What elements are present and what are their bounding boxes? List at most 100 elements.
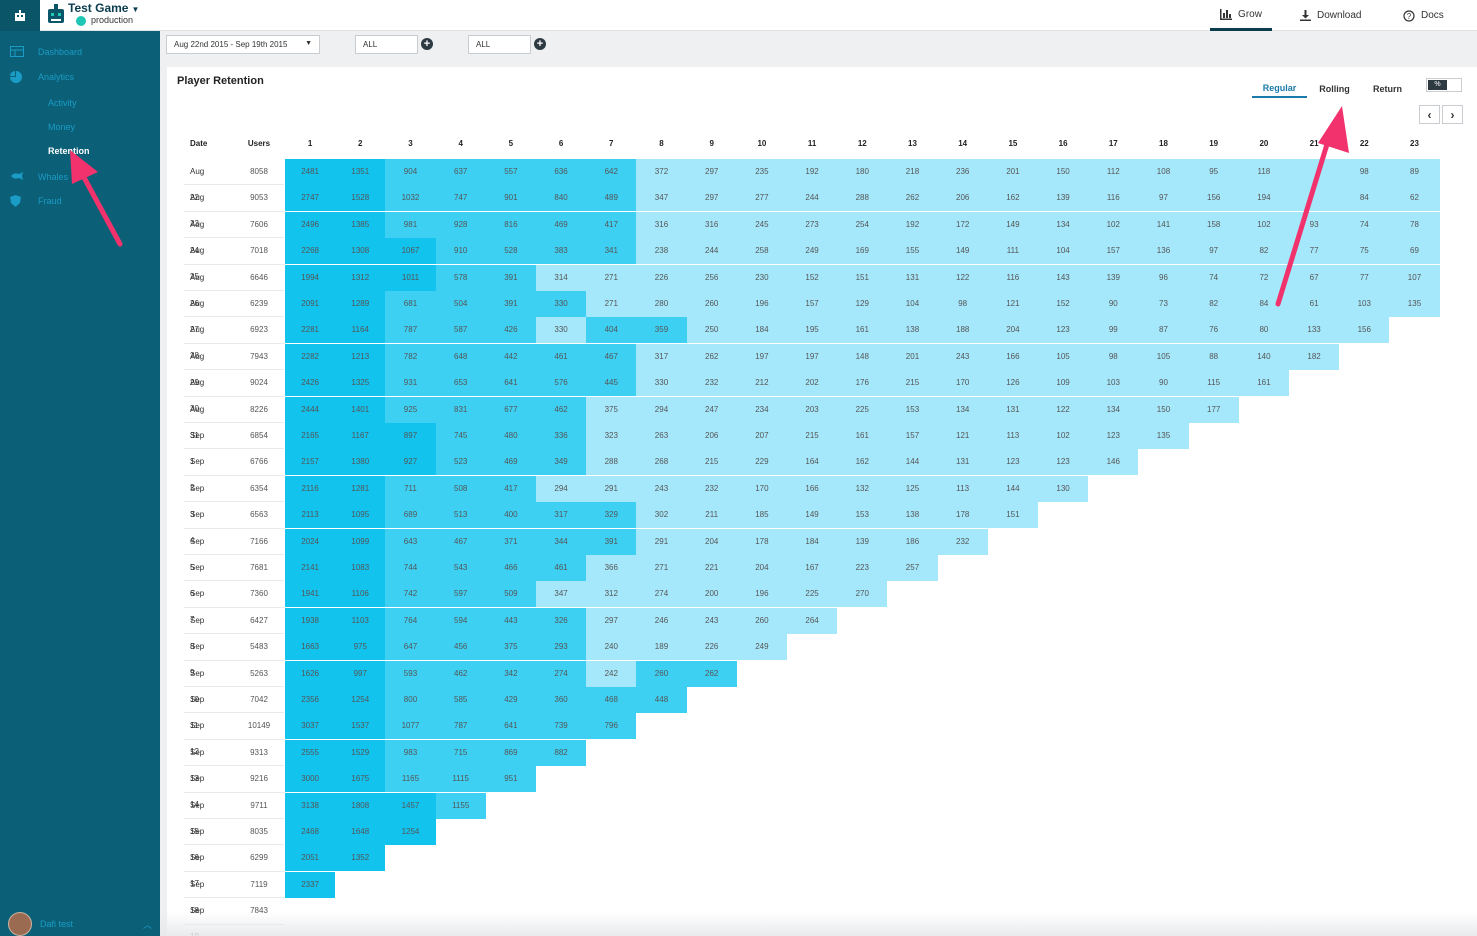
column-header-day[interactable]: 14 [938, 131, 988, 157]
column-header-day[interactable]: 4 [436, 131, 486, 157]
retention-cell[interactable]: 104 [887, 291, 938, 317]
retention-cell[interactable]: 111 [987, 238, 1038, 265]
retention-cell[interactable]: 226 [686, 634, 737, 661]
add-filter-b-button[interactable]: + [534, 38, 546, 50]
retention-cell[interactable]: 1281 [335, 475, 386, 502]
nav-grow[interactable]: Grow [1210, 0, 1272, 31]
retention-cell[interactable]: 90 [1088, 291, 1139, 317]
column-header-date[interactable]: Date [184, 131, 230, 157]
retention-cell[interactable]: 462 [536, 396, 587, 423]
retention-cell[interactable]: 326 [536, 607, 587, 634]
retention-cell[interactable]: 97 [1188, 238, 1239, 265]
retention-cell[interactable]: 1167 [335, 423, 386, 449]
prev-page-button[interactable]: ‹ [1419, 105, 1440, 124]
retention-cell[interactable]: 138 [887, 502, 938, 529]
retention-cell[interactable]: 480 [485, 423, 536, 449]
retention-cell[interactable]: 274 [636, 581, 687, 608]
retention-cell[interactable]: 235 [736, 159, 787, 185]
retention-cell[interactable]: 342 [485, 660, 536, 687]
retention-cell[interactable]: 257 [887, 555, 938, 581]
retention-cell[interactable]: 260 [636, 660, 687, 687]
column-header-day[interactable]: 11 [787, 131, 837, 157]
retention-cell[interactable]: 869 [485, 739, 536, 766]
retention-cell[interactable]: 103 [1339, 291, 1390, 317]
retention-cell[interactable]: 161 [1238, 370, 1289, 397]
retention-cell[interactable]: 715 [435, 739, 486, 766]
retention-cell[interactable]: 215 [787, 423, 838, 449]
retention-cell[interactable]: 1529 [335, 739, 386, 766]
nav-docs[interactable]: ? Docs [1403, 0, 1444, 31]
retention-cell[interactable]: 170 [937, 370, 988, 397]
retention-cell[interactable]: 156 [1188, 185, 1239, 212]
retention-cell[interactable]: 98 [1088, 343, 1139, 370]
retention-cell[interactable]: 158 [1188, 211, 1239, 238]
retention-cell[interactable]: 330 [536, 291, 587, 317]
retention-cell[interactable]: 77 [1289, 238, 1340, 265]
retention-cell[interactable]: 244 [787, 185, 838, 212]
retention-cell[interactable]: 2481 [285, 159, 336, 185]
retention-cell[interactable]: 118 [1238, 159, 1289, 185]
add-filter-a-button[interactable]: + [421, 38, 433, 50]
retention-cell[interactable]: 2747 [285, 185, 336, 212]
retention-cell[interactable]: 2555 [285, 739, 336, 766]
retention-cell[interactable]: 330 [636, 370, 687, 397]
retention-cell[interactable]: 152 [1038, 291, 1089, 317]
retention-cell[interactable]: 653 [435, 370, 486, 397]
retention-cell[interactable]: 1254 [385, 819, 436, 845]
retention-cell[interactable]: 67 [1289, 264, 1340, 291]
retention-cell[interactable]: 528 [485, 238, 536, 265]
retention-cell[interactable]: 149 [987, 211, 1038, 238]
retention-cell[interactable]: 291 [586, 475, 637, 502]
retention-cell[interactable]: 151 [837, 264, 888, 291]
retention-cell[interactable]: 161 [837, 423, 888, 449]
retention-cell[interactable]: 593 [385, 660, 436, 687]
retention-cell[interactable]: 164 [787, 449, 838, 476]
retention-cell[interactable]: 344 [536, 528, 587, 555]
retention-cell[interactable]: 1312 [335, 264, 386, 291]
retention-cell[interactable]: 136 [1138, 238, 1189, 265]
retention-cell[interactable]: 2051 [285, 845, 336, 872]
retention-cell[interactable]: 641 [485, 713, 536, 740]
retention-cell[interactable]: 245 [736, 211, 787, 238]
column-header-day[interactable]: 6 [536, 131, 586, 157]
retention-cell[interactable]: 149 [937, 238, 988, 265]
retention-cell[interactable]: 2444 [285, 396, 336, 423]
column-header-day[interactable]: 1 [285, 131, 335, 157]
retention-cell[interactable]: 508 [435, 475, 486, 502]
retention-cell[interactable]: 242 [586, 660, 637, 687]
retention-cell[interactable]: 123 [1038, 449, 1089, 476]
retention-cell[interactable]: 2141 [285, 555, 336, 581]
retention-cell[interactable]: 204 [686, 528, 737, 555]
retention-cell[interactable]: 238 [636, 238, 687, 265]
retention-cell[interactable]: 294 [536, 475, 587, 502]
retention-cell[interactable]: 90 [1138, 370, 1189, 397]
retention-cell[interactable]: 195 [787, 317, 838, 344]
retention-cell[interactable]: 123 [1038, 317, 1089, 344]
retention-cell[interactable]: 232 [937, 528, 988, 555]
next-page-button[interactable]: › [1442, 105, 1463, 124]
retention-cell[interactable]: 232 [686, 475, 737, 502]
column-header-day[interactable]: 5 [486, 131, 536, 157]
retention-cell[interactable]: 747 [435, 185, 486, 212]
sidebar-item-dashboard[interactable]: Dashboard [10, 46, 82, 57]
column-header-day[interactable]: 15 [988, 131, 1038, 157]
retention-cell[interactable]: 782 [385, 343, 436, 370]
retention-cell[interactable]: 2468 [285, 819, 336, 845]
retention-cell[interactable]: 229 [736, 449, 787, 476]
retention-cell[interactable]: 109 [1038, 370, 1089, 397]
retention-cell[interactable]: 113 [937, 475, 988, 502]
retention-cell[interactable]: 80 [1238, 317, 1289, 344]
sidebar-subitem-retention[interactable]: Retention [48, 146, 90, 156]
column-header-day[interactable]: 20 [1239, 131, 1289, 157]
retention-cell[interactable]: 112 [1088, 159, 1139, 185]
sidebar-subitem-activity[interactable]: Activity [48, 98, 77, 108]
retention-cell[interactable]: 246 [636, 607, 687, 634]
user-menu[interactable]: Dafi test ︿ [8, 912, 160, 936]
retention-cell[interactable]: 78 [1389, 211, 1440, 238]
retention-cell[interactable]: 681 [385, 291, 436, 317]
retention-cell[interactable]: 585 [435, 687, 486, 713]
retention-cell[interactable]: 271 [636, 555, 687, 581]
retention-cell[interactable]: 636 [536, 159, 587, 185]
retention-cell[interactable]: 1213 [335, 343, 386, 370]
retention-cell[interactable]: 504 [435, 291, 486, 317]
